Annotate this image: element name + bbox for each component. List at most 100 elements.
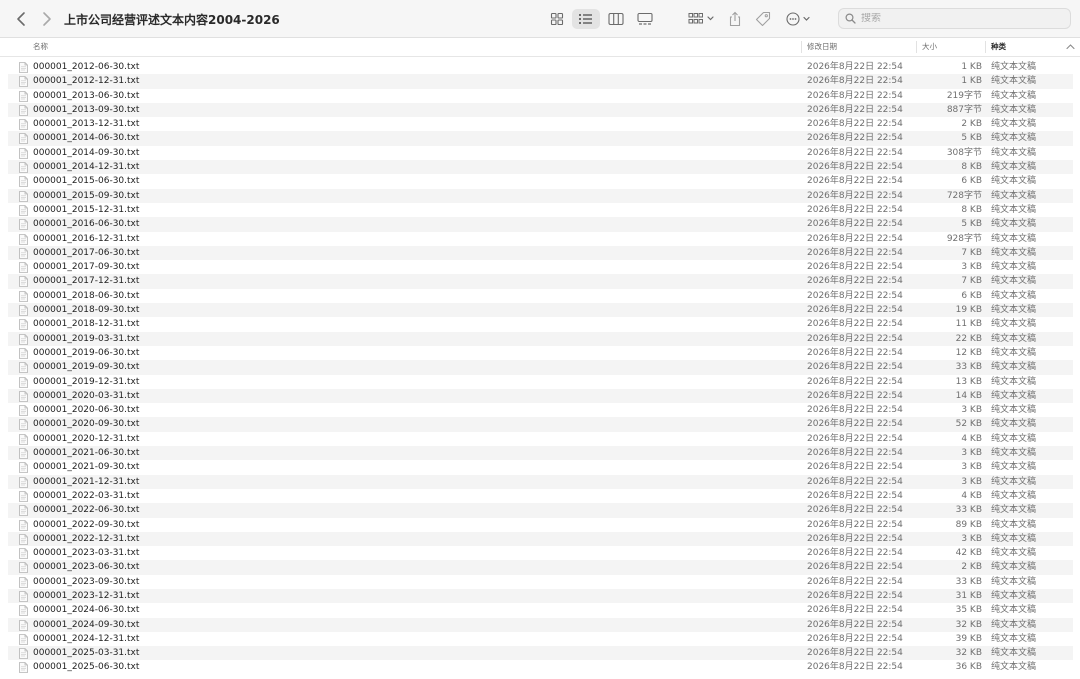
file-row[interactable]: 000001_2014-09-30.txt 2026年8月22日 22:54 308…	[8, 146, 1073, 160]
icon-view-button[interactable]	[546, 9, 568, 29]
file-size: 3 KB	[961, 462, 982, 473]
file-row[interactable]: 000001_2024-12-31.txt 2026年8月22日 22:54 39 …	[8, 632, 1073, 646]
file-kind: 纯文本文稿	[991, 605, 1037, 616]
column-divider[interactable]	[916, 41, 917, 53]
file-row[interactable]: 000001_2013-06-30.txt 2026年8月22日 22:54 219…	[8, 89, 1073, 103]
file-row[interactable]: 000001_2016-12-31.txt 2026年8月22日 22:54 928…	[8, 232, 1073, 246]
tag-button[interactable]	[753, 9, 773, 29]
file-row[interactable]: 000001_2015-09-30.txt 2026年8月22日 22:54 728…	[8, 188, 1073, 203]
column-divider[interactable]	[801, 41, 802, 53]
file-name: 000001_2023-06-30.txt	[33, 562, 140, 573]
file-row[interactable]: 000001_2020-09-30.txt 2026年8月22日 22:54 52 …	[8, 417, 1073, 432]
file-modified-date: 2026年8月22日 22:54	[807, 190, 903, 201]
file-row[interactable]: 000001_2021-06-30.txt 2026年8月22日 22:54 3 K…	[8, 446, 1073, 461]
file-size: 11 KB	[955, 319, 982, 330]
sort-ascending-icon[interactable]	[1066, 43, 1075, 50]
file-row[interactable]: 000001_2021-12-31.txt 2026年8月22日 22:54 3 K…	[8, 474, 1073, 489]
file-name: 000001_2022-03-31.txt	[33, 490, 140, 501]
file-row[interactable]: 000001_2014-12-31.txt 2026年8月22日 22:54 8 K…	[8, 160, 1073, 175]
file-modified-date: 2026年8月22日 22:54	[807, 419, 903, 430]
file-name: 000001_2019-09-30.txt	[33, 362, 140, 373]
file-name: 000001_2020-06-30.txt	[33, 405, 140, 416]
file-row[interactable]: 000001_2022-09-30.txt 2026年8月22日 22:54 89 …	[8, 518, 1073, 532]
file-row[interactable]: 000001_2022-03-31.txt 2026年8月22日 22:54 4 K…	[8, 489, 1073, 503]
file-size: 33 KB	[955, 576, 982, 587]
file-row[interactable]: 000001_2021-09-30.txt 2026年8月22日 22:54 3 K…	[8, 460, 1073, 474]
file-name: 000001_2019-06-30.txt	[33, 347, 140, 358]
file-row[interactable]: 000001_2015-12-31.txt 2026年8月22日 22:54 8 K…	[8, 203, 1073, 217]
file-kind: 纯文本文稿	[991, 462, 1037, 473]
share-button[interactable]	[726, 9, 744, 29]
forward-button[interactable]	[37, 9, 55, 29]
file-name: 000001_2013-09-30.txt	[33, 104, 140, 115]
file-name: 000001_2021-06-30.txt	[33, 448, 140, 459]
file-row[interactable]: 000001_2016-06-30.txt 2026年8月22日 22:54 5 K…	[8, 217, 1073, 232]
file-kind: 纯文本文稿	[991, 104, 1037, 115]
file-row[interactable]: 000001_2014-06-30.txt 2026年8月22日 22:54 5 K…	[8, 131, 1073, 146]
file-row[interactable]: 000001_2017-06-30.txt 2026年8月22日 22:54 7 K…	[8, 245, 1073, 261]
file-row[interactable]: 000001_2018-12-31.txt 2026年8月22日 22:54 11 …	[8, 317, 1073, 331]
file-kind: 纯文本文稿	[991, 448, 1037, 459]
file-row[interactable]: 000001_2019-03-31.txt 2026年8月22日 22:54 22 …	[8, 331, 1073, 346]
file-row[interactable]: 000001_2025-06-30.txt 2026年8月22日 22:54 36 …	[8, 660, 1073, 674]
file-row[interactable]: 000001_2018-06-30.txt 2026年8月22日 22:54 6 K…	[8, 289, 1073, 303]
file-size: 4 KB	[961, 433, 982, 444]
file-row[interactable]: 000001_2012-12-31.txt 2026年8月22日 22:54 1 K…	[8, 74, 1073, 89]
file-modified-date: 2026年8月22日 22:54	[807, 590, 903, 601]
file-row[interactable]: 000001_2020-03-31.txt 2026年8月22日 22:54 14 …	[8, 388, 1073, 404]
file-name: 000001_2021-09-30.txt	[33, 462, 140, 473]
file-row[interactable]: 000001_2020-06-30.txt 2026年8月22日 22:54 3 K…	[8, 403, 1073, 417]
file-row[interactable]: 000001_2015-06-30.txt 2026年8月22日 22:54 6 K…	[8, 174, 1073, 188]
column-header-name[interactable]: 名称	[33, 38, 48, 56]
search-box[interactable]	[838, 8, 1071, 29]
file-name: 000001_2022-12-31.txt	[33, 533, 140, 544]
file-row[interactable]: 000001_2018-09-30.txt 2026年8月22日 22:54 19 …	[8, 303, 1073, 318]
file-row[interactable]: 000001_2017-12-31.txt 2026年8月22日 22:54 7 K…	[8, 274, 1073, 289]
file-size: 12 KB	[955, 347, 982, 358]
file-name: 000001_2015-06-30.txt	[33, 176, 140, 187]
file-modified-date: 2026年8月22日 22:54	[807, 548, 903, 559]
file-size: 8 KB	[961, 204, 982, 215]
file-row[interactable]: 000001_2025-03-31.txt 2026年8月22日 22:54 32 …	[8, 646, 1073, 661]
gallery-view-button[interactable]	[634, 9, 656, 29]
file-modified-date: 2026年8月22日 22:54	[807, 376, 903, 387]
file-row[interactable]: 000001_2024-06-30.txt 2026年8月22日 22:54 35 …	[8, 603, 1073, 617]
file-row[interactable]: 000001_2024-09-30.txt 2026年8月22日 22:54 32 …	[8, 617, 1073, 632]
back-button[interactable]	[13, 9, 31, 29]
column-header-date[interactable]: 修改日期	[807, 38, 837, 56]
file-row[interactable]: 000001_2019-12-31.txt 2026年8月22日 22:54 13 …	[8, 375, 1073, 389]
file-row[interactable]: 000001_2023-06-30.txt 2026年8月22日 22:54 2 K…	[8, 560, 1073, 575]
column-header-size[interactable]: 大小	[922, 38, 937, 56]
file-modified-date: 2026年8月22日 22:54	[807, 219, 903, 230]
column-view-button[interactable]	[605, 9, 627, 29]
file-row[interactable]: 000001_2019-09-30.txt 2026年8月22日 22:54 33 …	[8, 360, 1073, 375]
file-row[interactable]: 000001_2022-06-30.txt 2026年8月22日 22:54 33 …	[8, 503, 1073, 518]
file-row[interactable]: 000001_2022-12-31.txt 2026年8月22日 22:54 3 K…	[8, 531, 1073, 547]
file-row[interactable]: 000001_2023-09-30.txt 2026年8月22日 22:54 33 …	[8, 575, 1073, 589]
file-name: 000001_2018-12-31.txt	[33, 319, 140, 330]
file-row[interactable]: 000001_2023-03-31.txt 2026年8月22日 22:54 42 …	[8, 546, 1073, 560]
list-view-button[interactable]	[572, 9, 600, 29]
search-input[interactable]	[861, 13, 1061, 24]
file-row[interactable]: 000001_2019-06-30.txt 2026年8月22日 22:54 12 …	[8, 346, 1073, 360]
file-kind: 纯文本文稿	[991, 662, 1037, 673]
column-header-kind[interactable]: 种类	[991, 38, 1006, 56]
file-row[interactable]: 000001_2012-06-30.txt 2026年8月22日 22:54 1 K…	[8, 60, 1073, 74]
file-row[interactable]: 000001_2013-12-31.txt 2026年8月22日 22:54 2 K…	[8, 117, 1073, 131]
file-modified-date: 2026年8月22日 22:54	[807, 576, 903, 587]
file-modified-date: 2026年8月22日 22:54	[807, 519, 903, 530]
group-button[interactable]	[686, 9, 716, 29]
file-row[interactable]: 000001_2013-09-30.txt 2026年8月22日 22:54 887…	[8, 102, 1073, 118]
file-row[interactable]: 000001_2017-09-30.txt 2026年8月22日 22:54 3 K…	[8, 260, 1073, 274]
file-modified-date: 2026年8月22日 22:54	[807, 162, 903, 173]
file-name: 000001_2019-03-31.txt	[33, 333, 140, 344]
file-size: 3 KB	[961, 476, 982, 487]
file-row[interactable]: 000001_2020-12-31.txt 2026年8月22日 22:54 4 K…	[8, 432, 1073, 446]
more-button[interactable]	[785, 9, 813, 29]
tag-icon	[755, 11, 771, 27]
file-row[interactable]: 000001_2023-12-31.txt 2026年8月22日 22:54 31 …	[8, 588, 1073, 604]
column-header: 名称 修改日期 大小 种类	[0, 38, 1080, 57]
file-modified-date: 2026年8月22日 22:54	[807, 204, 903, 215]
column-divider[interactable]	[985, 41, 986, 53]
file-name: 000001_2018-09-30.txt	[33, 305, 140, 316]
